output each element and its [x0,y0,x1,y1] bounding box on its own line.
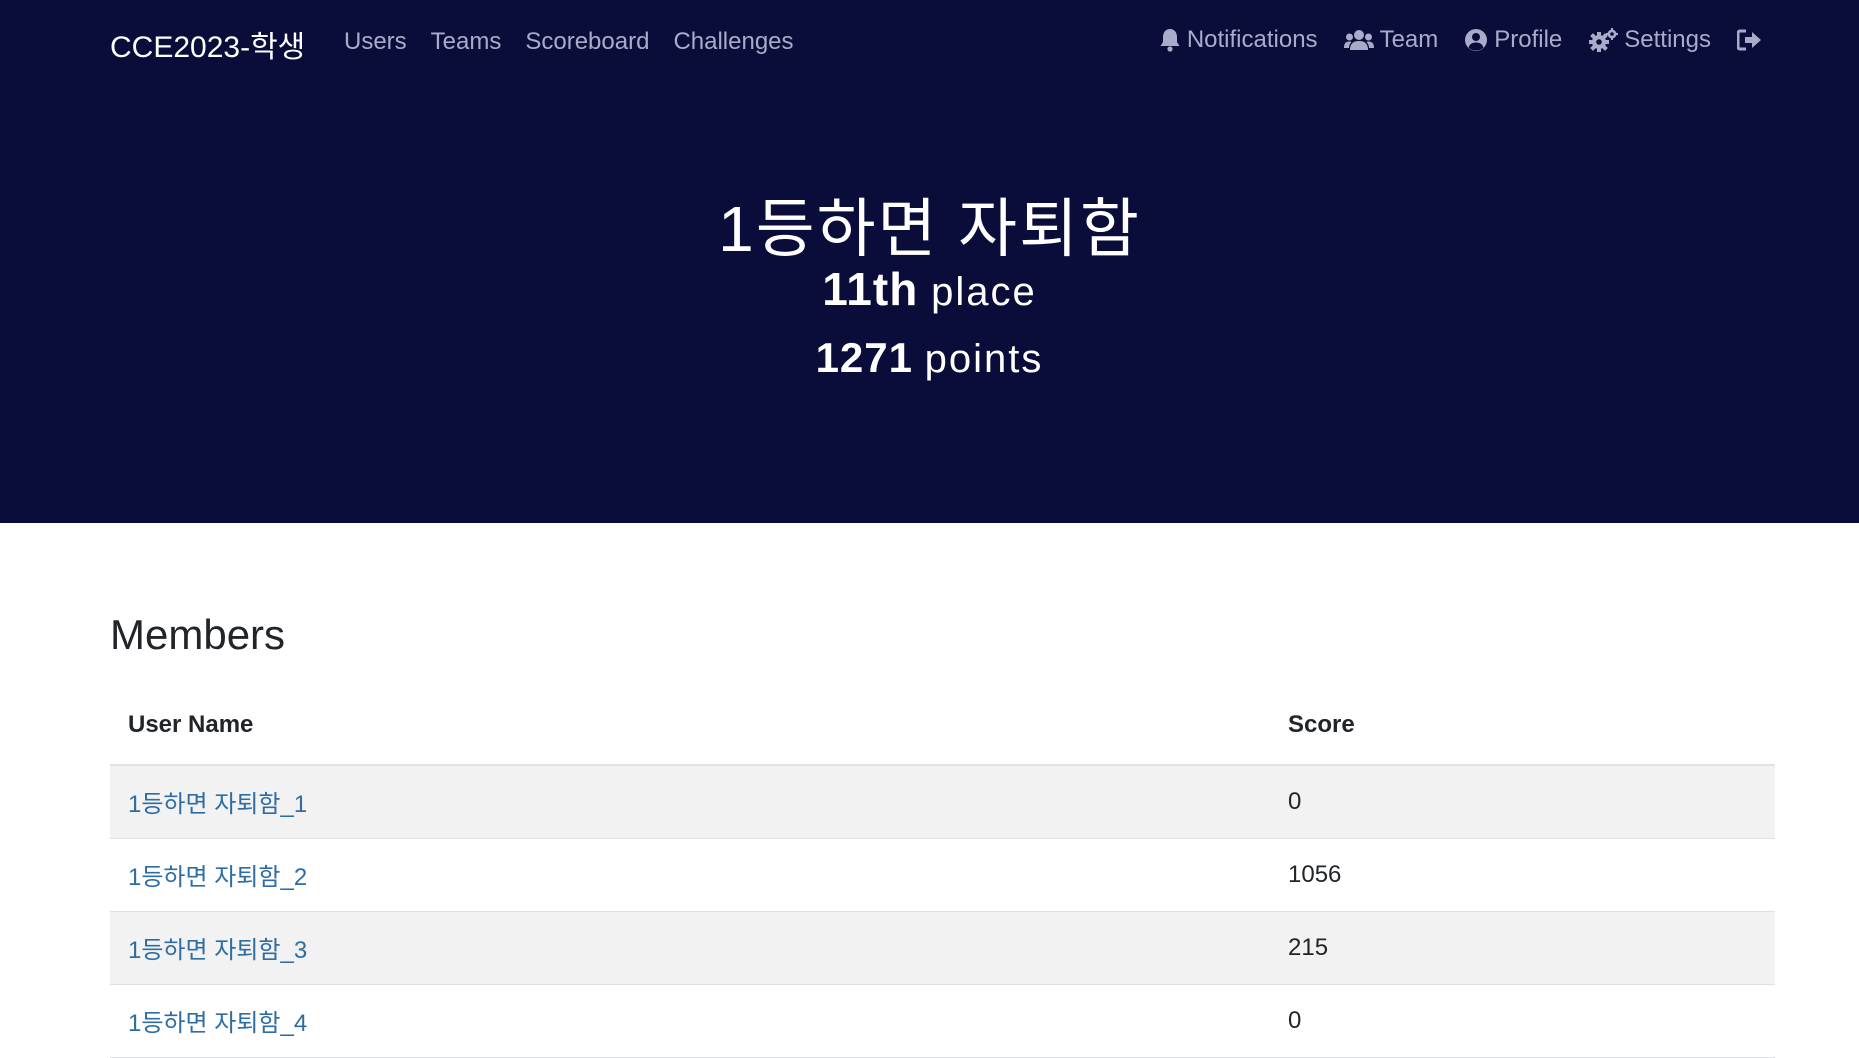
place-value: 11th [822,263,919,315]
table-row: 1등하면 자퇴함_1 0 [110,765,1775,839]
user-nav: Notifications Team Profile Settings [1159,26,1763,54]
team-place: 11th place [0,262,1859,316]
nav-notifications[interactable]: Notifications [1159,26,1318,54]
members-title: Members [110,611,286,658]
nav-challenges[interactable]: Challenges [673,28,793,56]
sign-out-icon [1737,29,1763,51]
column-header-username: User Name [110,685,1270,766]
nav-settings[interactable]: Settings [1588,26,1711,54]
member-score: 0 [1270,984,1775,1058]
points-value: 1271 [815,334,913,381]
nav-teams[interactable]: Teams [431,28,502,56]
member-name-cell: 1등하면 자퇴함_1 [110,765,1270,839]
column-header-score: Score [1270,685,1775,766]
users-icon [1343,29,1374,51]
team-hero: 1등하면 자퇴함 11th place 1271 points [0,84,1859,523]
table-header-row: User Name Score [110,685,1775,766]
nav-profile[interactable]: Profile [1464,26,1562,54]
nav-users[interactable]: Users [344,28,407,56]
bell-icon [1159,28,1181,52]
user-circle-icon [1464,28,1488,52]
gears-icon [1588,28,1619,52]
table-row: 1등하면 자퇴함_2 1056 [110,838,1775,912]
points-label: points [924,337,1044,381]
member-link[interactable]: 1등하면 자퇴함_2 [128,864,307,891]
member-name-cell: 1등하면 자퇴함_2 [110,838,1270,912]
members-table: User Name Score 1등하면 자퇴함_1 0 1등하면 자퇴함_2 … [110,685,1775,1058]
member-score: 1056 [1270,838,1775,912]
member-score: 0 [1270,765,1775,839]
member-name-cell: 1등하면 자퇴함_4 [110,984,1270,1058]
team-name: 1등하면 자퇴함 [718,193,1141,265]
main-nav: Users Teams Scoreboard Challenges [344,28,794,56]
top-navbar: CCE2023-학생 Users Teams Scoreboard Challe… [0,0,1859,84]
member-link[interactable]: 1등하면 자퇴함_3 [128,937,307,964]
member-score: 215 [1270,911,1775,985]
nav-settings-label: Settings [1624,26,1711,53]
brand-link[interactable]: CCE2023-학생 [110,22,305,66]
nav-team-label: Team [1379,26,1439,53]
nav-notifications-label: Notifications [1186,26,1318,53]
table-row: 1등하면 자퇴함_3 215 [110,911,1775,985]
nav-team[interactable]: Team [1343,26,1439,54]
table-row: 1등하면 자퇴함_4 0 [110,984,1775,1058]
nav-scoreboard[interactable]: Scoreboard [525,28,649,56]
logout-button[interactable] [1737,29,1763,51]
member-link[interactable]: 1등하면 자퇴함_4 [128,1010,307,1037]
team-points: 1271 points [0,334,1859,382]
nav-profile-label: Profile [1494,26,1563,53]
place-label: place [931,270,1037,314]
member-name-cell: 1등하면 자퇴함_3 [110,911,1270,985]
member-link[interactable]: 1등하면 자퇴함_1 [128,791,307,818]
